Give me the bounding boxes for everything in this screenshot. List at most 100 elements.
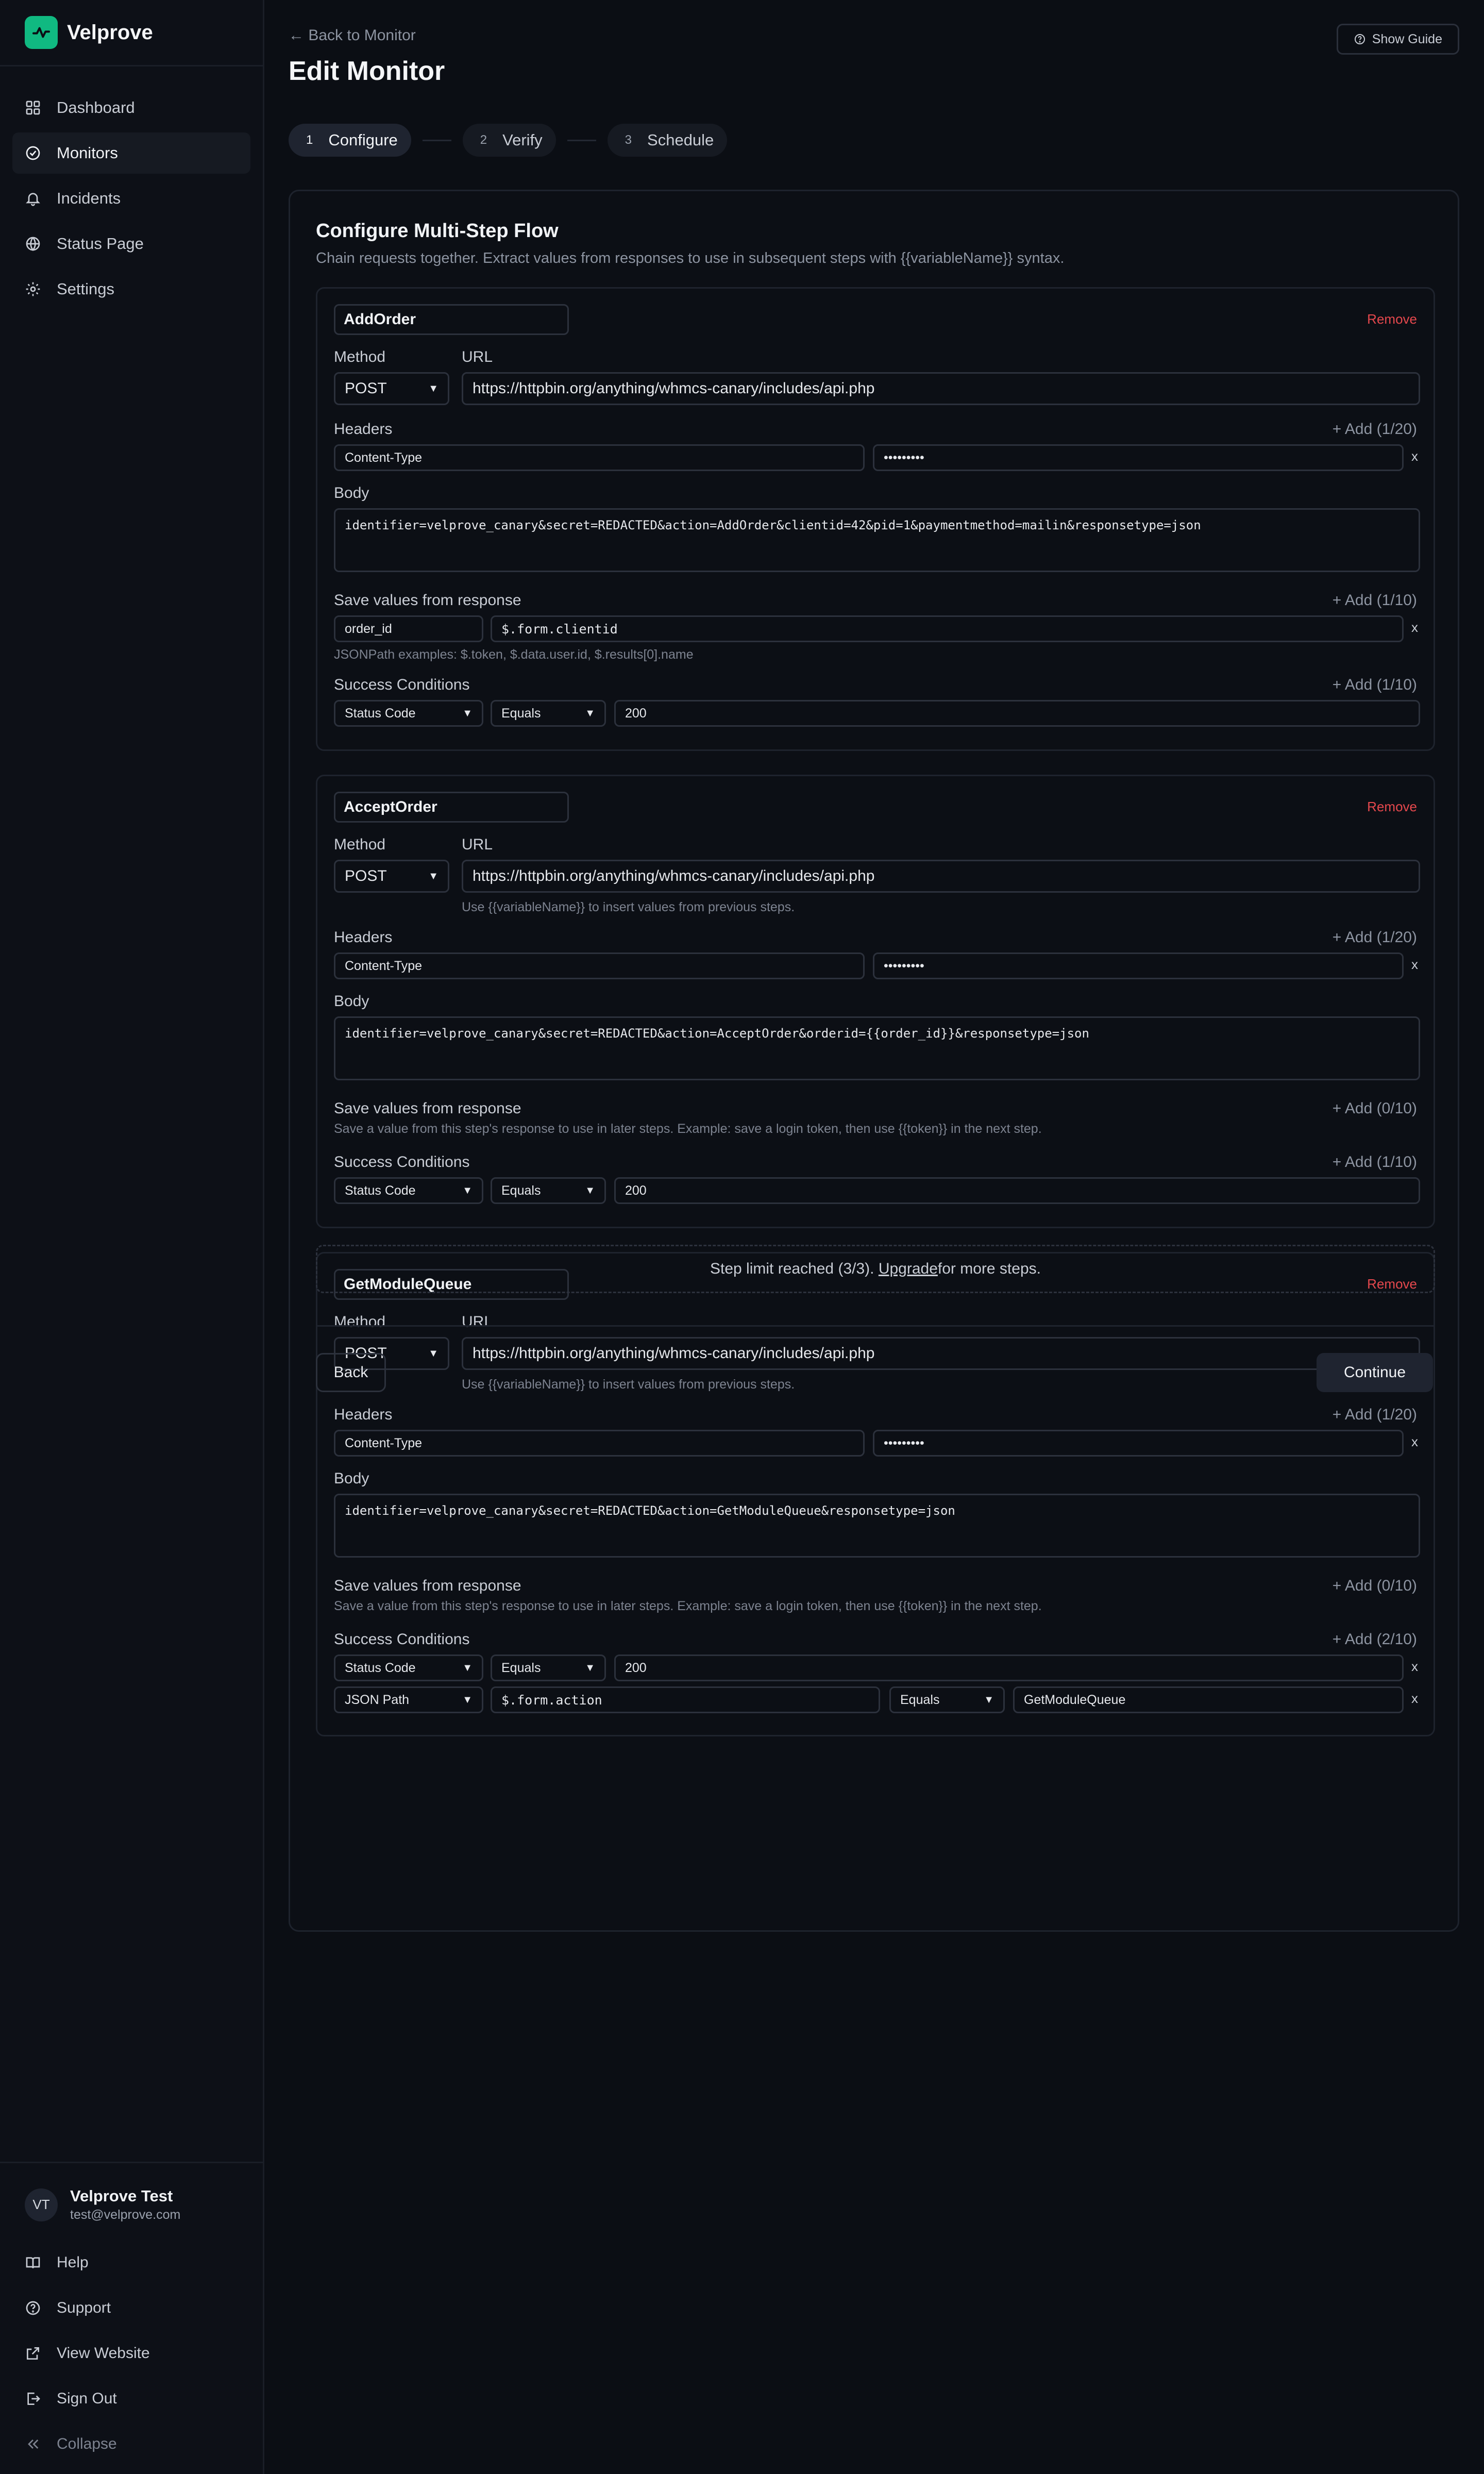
add-condition-button[interactable]: + Add (1/10) [1333,676,1417,694]
save-jsonpath-input[interactable]: $.form.clientid [491,615,1404,642]
view-website-link[interactable]: View Website [0,2331,263,2376]
add-save-value-button[interactable]: + Add (1/10) [1333,592,1417,609]
url-input[interactable]: https://httpbin.org/anything/whmcs-canar… [462,372,1420,405]
sidebar-item-settings[interactable]: Settings [12,269,250,310]
add-save-value-button[interactable]: + Add (0/10) [1333,1577,1417,1595]
step-verify[interactable]: 2 Verify [462,124,556,157]
step-name-input[interactable]: AcceptOrder [334,792,569,823]
step-connector [422,139,451,141]
success-conditions-label: Success Conditions [334,676,470,693]
condition-value-input[interactable]: 200 [614,1654,1404,1681]
body-textarea[interactable]: identifier=velprove_canary&secret=REDACT… [334,508,1420,572]
chevron-down-icon: ▼ [428,870,439,882]
body-textarea[interactable]: identifier=velprove_canary&secret=REDACT… [334,1494,1420,1558]
chevron-down-icon: ▼ [462,1184,473,1196]
brand[interactable]: Velprove [0,0,263,66]
url-input[interactable]: https://httpbin.org/anything/whmcs-canar… [462,860,1420,893]
condition-type-select[interactable]: Status Code ▼ [334,700,483,727]
remove-step-button[interactable]: Remove [1367,311,1417,327]
sidebar-footer: VT Velprove Test test@velprove.com Help … [0,2162,263,2474]
collapse-button[interactable]: Collapse [0,2421,263,2467]
add-header-button[interactable]: + Add (1/20) [1333,929,1417,946]
upgrade-link[interactable]: Upgrade [879,1260,938,1278]
flow-step-card: GetModuleQueue Remove Method URL POST ▼ h… [316,1252,1435,1736]
collapse-icon [28,2439,39,2449]
continue-button[interactable]: Continue [1317,1353,1433,1392]
avatar: VT [25,2188,58,2221]
header-value-input[interactable]: ••••••••• [873,444,1404,471]
step-schedule[interactable]: 3 Schedule [607,124,728,157]
save-variable-name-input[interactable]: order_id [334,615,483,642]
back-to-monitor-link[interactable]: ← Back to Monitor [289,27,416,44]
step-label: Verify [502,131,543,149]
url-input[interactable]: https://httpbin.org/anything/whmcs-canar… [462,1337,1420,1370]
chevron-down-icon: ▼ [462,707,473,719]
method-select[interactable]: POST ▼ [334,860,449,893]
remove-save-value-button[interactable]: x [1411,620,1418,636]
body-textarea[interactable]: identifier=velprove_canary&secret=REDACT… [334,1016,1420,1080]
header-key-input[interactable]: Content-Type [334,444,865,471]
sidebar-item-monitors[interactable]: Monitors [12,132,250,174]
method-select[interactable]: POST ▼ [334,372,449,405]
sidebar-item-label: Status Page [57,235,144,253]
user-profile[interactable]: VT Velprove Test test@velprove.com [0,2163,263,2240]
remove-header-button[interactable]: x [1411,957,1418,973]
condition-type-select[interactable]: JSON Path ▼ [334,1686,483,1713]
condition-type-select[interactable]: Status Code ▼ [334,1654,483,1681]
remove-step-button[interactable]: Remove [1367,799,1417,815]
headers-label: Headers [334,929,393,946]
chevron-down-icon: ▼ [984,1694,994,1706]
condition-value-input[interactable]: 200 [614,1177,1420,1204]
help-circle-icon [26,2301,40,2315]
add-condition-button[interactable]: + Add (1/10) [1333,1154,1417,1171]
user-email: test@velprove.com [70,2208,181,2222]
step-name-input[interactable]: AddOrder [334,304,569,335]
add-save-value-button[interactable]: + Add (0/10) [1333,1100,1417,1117]
header-key-input[interactable]: Content-Type [334,1430,865,1457]
body-label: Body [334,1470,369,1487]
condition-type-value: JSON Path [345,1692,410,1707]
collapse-label: Collapse [57,2435,117,2452]
url-label: URL [462,348,493,365]
condition-type-value: Status Code [345,1660,416,1675]
header-key-input[interactable]: Content-Type [334,952,865,979]
sidebar-item-status-page[interactable]: Status Page [12,223,250,264]
flow-step-card: AddOrder Remove Method URL POST ▼ https:/… [316,287,1435,751]
condition-value-input[interactable]: GetModuleQueue [1013,1686,1404,1713]
condition-value-input[interactable]: 200 [614,700,1420,727]
help-link[interactable]: Help [0,2240,263,2285]
step-configure[interactable]: 1 Configure [289,124,411,157]
remove-condition-button[interactable]: x [1411,1691,1418,1707]
sidebar-item-dashboard[interactable]: Dashboard [12,87,250,128]
support-link[interactable]: Support [0,2285,263,2331]
jsonpath-hint: JSONPath examples: $.token, $.data.user.… [334,647,694,662]
chevron-down-icon: ▼ [428,1347,439,1359]
back-button[interactable]: Back [316,1353,386,1392]
chevron-down-icon: ▼ [462,1694,473,1706]
add-condition-button[interactable]: + Add (2/10) [1333,1631,1417,1648]
globe-icon [26,237,40,252]
remove-condition-button[interactable]: x [1411,1659,1418,1675]
condition-operator-select[interactable]: Equals ▼ [491,700,606,727]
condition-operator-value: Equals [501,1660,541,1675]
body-label: Body [334,993,369,1010]
header-value-input[interactable]: ••••••••• [873,952,1404,979]
url-hint: Use {{variableName}} to insert values fr… [462,1377,795,1392]
condition-operator-value: Equals [501,706,541,721]
condition-operator-select[interactable]: Equals ▼ [491,1654,606,1681]
chevron-down-icon: ▼ [585,1662,595,1674]
view-website-label: View Website [57,2345,150,2362]
add-header-button[interactable]: + Add (1/20) [1333,1406,1417,1424]
condition-jsonpath-input[interactable]: $.form.action [491,1686,880,1713]
sidebar-item-incidents[interactable]: Incidents [12,178,250,219]
condition-type-select[interactable]: Status Code ▼ [334,1177,483,1204]
sign-out-link[interactable]: Sign Out [0,2376,263,2421]
save-values-hint: Save a value from this step's response t… [334,1122,1042,1136]
remove-header-button[interactable]: x [1411,1434,1418,1450]
condition-operator-select[interactable]: Equals ▼ [491,1177,606,1204]
remove-header-button[interactable]: x [1411,448,1418,464]
add-header-button[interactable]: + Add (1/20) [1333,421,1417,438]
condition-operator-select[interactable]: Equals ▼ [889,1686,1005,1713]
show-guide-button[interactable]: Show Guide [1336,24,1459,55]
header-value-input[interactable]: ••••••••• [873,1430,1404,1457]
